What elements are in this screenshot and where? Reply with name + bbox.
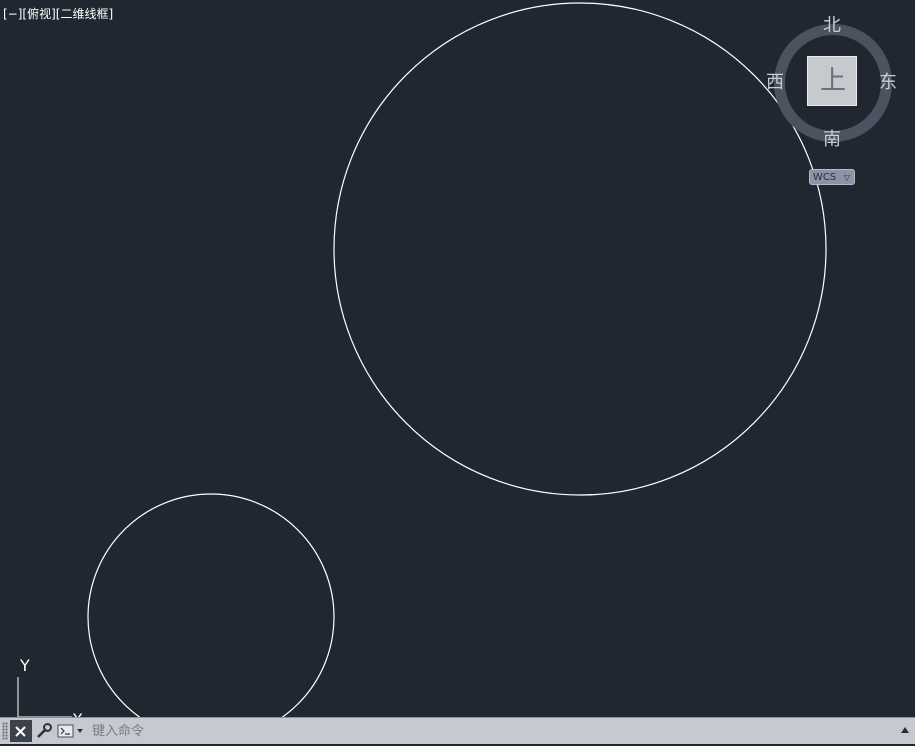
chevron-down-icon: ▽ xyxy=(843,173,850,182)
command-history-scroll-button[interactable] xyxy=(899,723,911,737)
viewport-controls-label[interactable]: [−][俯视][二维线框] xyxy=(3,5,113,22)
command-input[interactable] xyxy=(88,721,886,741)
customize-button[interactable] xyxy=(32,720,54,742)
compass-north-label[interactable]: 北 xyxy=(823,17,841,35)
ucs-x-label: X xyxy=(72,710,83,717)
viewcube[interactable]: 北 南 东 西 上 WCS ▽ xyxy=(765,10,900,195)
compass-east-label[interactable]: 东 xyxy=(879,74,897,92)
wcs-menu-button[interactable]: WCS ▽ xyxy=(809,169,855,185)
compass-west-label[interactable]: 西 xyxy=(766,74,784,92)
small-circle[interactable] xyxy=(87,493,335,717)
viewcube-face-label: 上 xyxy=(819,66,846,96)
ucs-y-label: Y xyxy=(19,656,30,675)
recent-commands-button[interactable] xyxy=(56,720,86,742)
compass-south-label[interactable]: 南 xyxy=(823,131,841,149)
close-command-line-button[interactable] xyxy=(10,720,32,742)
wrench-icon xyxy=(37,723,52,738)
drag-handle[interactable] xyxy=(2,722,8,740)
command-line xyxy=(0,717,915,744)
wcs-label: WCS xyxy=(813,172,837,183)
triangle-up-icon xyxy=(901,727,909,733)
viewcube-top-face[interactable]: 上 xyxy=(807,56,857,106)
command-prompt-icon xyxy=(57,724,83,738)
large-circle[interactable] xyxy=(333,2,827,496)
ucs-icon: Y X xyxy=(17,656,83,717)
drawing-viewport[interactable]: [−][俯视][二维线框] 北 南 东 西 上 WCS ▽ Y X xyxy=(0,0,915,717)
close-icon xyxy=(15,726,26,737)
